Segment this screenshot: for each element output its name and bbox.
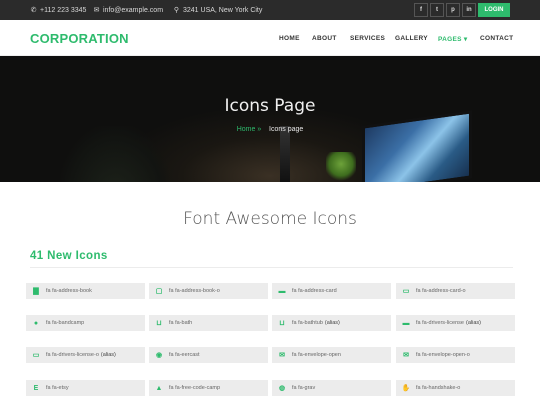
envelope-open-o-icon: ✉	[403, 352, 409, 359]
icon-item[interactable]: ✉ fa fa-envelope-open-o	[396, 347, 515, 363]
icon-item-label: fa fa-drivers-license	[416, 320, 464, 326]
phone-number: +112 223 3345	[40, 6, 87, 14]
icon-item[interactable]: ⊔ fa fa-bathtub (alias)	[272, 315, 391, 331]
phone-info: ✆ +112 223 3345	[30, 6, 87, 15]
icon-item-label: fa fa-eercast	[169, 352, 200, 358]
icon-item-alias: (alias)	[100, 352, 116, 358]
free-code-camp-icon: ▲	[155, 384, 163, 392]
nav-about[interactable]: ABOUT	[312, 35, 337, 42]
twitter-icon[interactable]: t	[430, 3, 444, 17]
lamp-image	[280, 126, 290, 182]
icon-item-label: fa fa-bath	[169, 320, 193, 326]
potted-plant-image	[326, 152, 356, 182]
breadcrumb-current: Icons page	[269, 126, 304, 133]
nav-home[interactable]: HOME	[279, 35, 300, 42]
address-book-o-icon: ▢	[155, 288, 163, 295]
icon-item-label: fa fa-address-book	[46, 288, 92, 294]
icon-item-label: fa fa-drivers-license-o	[46, 352, 99, 358]
address-text: 3241 USA, New York City	[183, 6, 263, 14]
main-navbar: CORPORATION HOME ABOUT SERVICES GALLERY …	[0, 20, 540, 56]
plant-silhouette	[60, 126, 170, 182]
subsection-title: 41 New Icons	[30, 250, 108, 262]
icon-item-label: fa fa-envelope-open-o	[416, 352, 470, 358]
linkedin-icon[interactable]: in	[462, 3, 476, 17]
icon-item-label: fa fa-etsy	[46, 385, 69, 391]
icon-item-label: fa fa-bandcamp	[46, 320, 85, 326]
icon-item-label: fa fa-envelope-open	[292, 352, 341, 358]
page-title: Icons Page	[224, 96, 316, 116]
envelope-icon: ✉	[93, 7, 100, 14]
grav-icon: ◍	[278, 385, 286, 392]
drivers-license-icon: ▬	[402, 319, 410, 327]
icon-item-label: fa fa-address-card	[292, 288, 337, 294]
icon-item[interactable]: ✋ fa fa-handshake-o	[396, 380, 515, 396]
section-title: Font Awesome Icons	[183, 209, 357, 229]
icon-item-label: fa fa-address-card-o	[416, 288, 466, 294]
top-bar: ✆ +112 223 3345 ✉ info@example.com ⚲ 324…	[0, 0, 540, 20]
icon-item[interactable]: ▭ fa fa-drivers-license-o (alias)	[26, 347, 145, 363]
icon-item-label: fa fa-grav	[292, 385, 316, 391]
nav-services[interactable]: SERVICES	[350, 35, 385, 42]
divider	[30, 267, 513, 268]
bandcamp-icon: ●	[33, 319, 39, 327]
icon-item[interactable]: ▢ fa fa-address-book-o	[149, 283, 268, 299]
icon-item[interactable]: ▬ fa fa-address-card	[272, 283, 391, 299]
icon-item-label: fa fa-handshake-o	[416, 385, 461, 391]
breadcrumb-home-link[interactable]: Home »	[237, 126, 262, 133]
icon-item-label: fa fa-free-code-camp	[169, 385, 221, 391]
icon-item[interactable]: Efa fa-etsy	[26, 380, 145, 396]
hero-banner: Icons Page Home » Icons page	[0, 56, 540, 182]
email-address[interactable]: info@example.com	[103, 7, 163, 14]
email-info[interactable]: ✉ info@example.com	[93, 6, 163, 15]
handshake-o-icon: ✋	[401, 385, 411, 392]
nav-gallery[interactable]: GALLERY	[395, 35, 428, 42]
address-info: ⚲ 3241 USA, New York City	[173, 6, 263, 15]
icon-item-label: fa fa-address-book-o	[169, 288, 220, 294]
bathtub-icon: ⊔	[279, 320, 285, 327]
bath-icon: ⊔	[156, 320, 162, 327]
address-card-o-icon: ▭	[402, 288, 410, 295]
icon-item[interactable]: ⊔ fa fa-bath	[149, 315, 268, 331]
nav-pages[interactable]: PAGES ▾	[438, 35, 467, 43]
icon-item-label: fa fa-bathtub	[292, 320, 323, 326]
etsy-icon: E	[33, 384, 39, 392]
icon-item[interactable]: ▬ fa fa-drivers-license (alias)	[396, 315, 515, 331]
icon-item[interactable]: ▲ fa fa-free-code-camp	[149, 380, 268, 396]
pinterest-icon[interactable]: p	[446, 3, 460, 17]
address-card-icon: ▬	[278, 287, 286, 295]
address-book-icon: ▇	[33, 288, 39, 295]
icon-item[interactable]: ▭ fa fa-address-card-o	[396, 283, 515, 299]
icon-item[interactable]: ◍ fa fa-grav	[272, 380, 391, 396]
icon-item[interactable]: ◉ fa fa-eercast	[149, 347, 268, 363]
icon-item-alias: (alias)	[324, 320, 340, 326]
icon-item[interactable]: ▇ fa fa-address-book	[26, 283, 145, 299]
monitor-image	[362, 110, 472, 182]
facebook-icon[interactable]: f	[414, 3, 428, 17]
icon-item[interactable]: ✉ fa fa-envelope-open	[272, 347, 391, 363]
breadcrumb: Home » Icons page	[0, 126, 540, 133]
eercast-icon: ◉	[155, 352, 163, 359]
logo[interactable]: CORPORATION	[30, 31, 129, 46]
icon-item-alias: (alias)	[466, 320, 481, 326]
login-button[interactable]: LOGIN	[478, 3, 510, 17]
nav-contact[interactable]: CONTACT	[480, 35, 513, 42]
icon-item[interactable]: ● fa fa-bandcamp	[26, 315, 145, 331]
envelope-open-icon: ✉	[279, 352, 285, 359]
drivers-license-o-icon: ▭	[32, 352, 40, 359]
phone-icon: ✆	[30, 7, 37, 14]
map-marker-icon: ⚲	[173, 7, 180, 14]
